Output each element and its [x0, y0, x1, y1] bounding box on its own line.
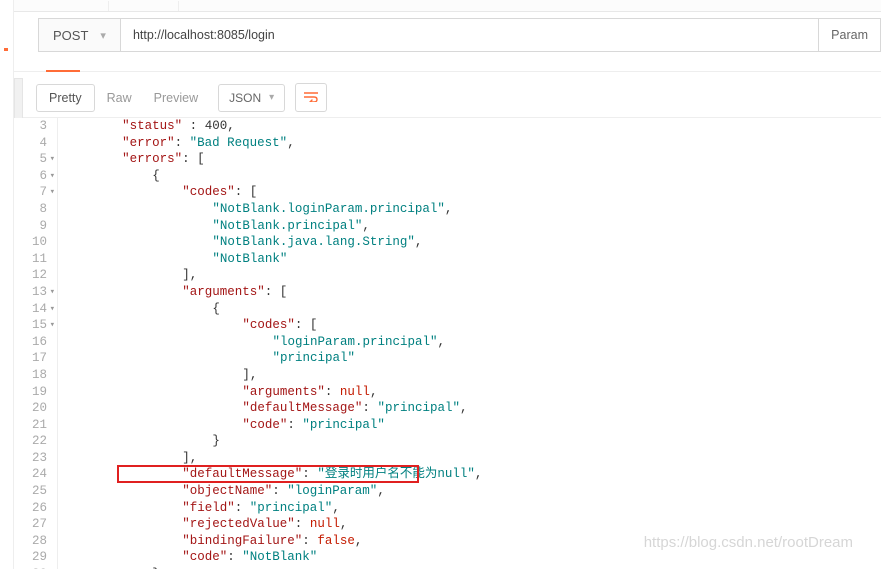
fold-toggle-icon[interactable]: ▾ — [50, 184, 55, 201]
code-line[interactable]: "codes": [ — [62, 317, 881, 334]
code-line[interactable]: "status" : 400, — [62, 118, 881, 135]
line-gutter: 345▾6▾7▾8910111213▾14▾15▾161718192021222… — [14, 118, 58, 569]
request-url-input[interactable]: http://localhost:8085/login — [120, 18, 819, 52]
line-number: 19 — [14, 384, 57, 401]
params-button[interactable]: Param — [819, 18, 881, 52]
tab-pretty-label: Pretty — [49, 91, 82, 105]
line-number: 28 — [14, 533, 57, 550]
tab-preview-label: Preview — [154, 91, 198, 105]
tab-ghost[interactable] — [109, 1, 179, 11]
code-line[interactable]: "code": "principal" — [62, 417, 881, 434]
code-line[interactable]: "loginParam.principal", — [62, 334, 881, 351]
code-line[interactable]: "errors": [ — [62, 151, 881, 168]
code-line[interactable]: "NotBlank.principal", — [62, 218, 881, 235]
line-number: 16 — [14, 334, 57, 351]
fold-toggle-icon[interactable]: ▾ — [50, 317, 55, 334]
left-rail — [0, 0, 14, 569]
active-tab-indicator — [46, 70, 80, 72]
line-number: 14▾ — [14, 301, 57, 318]
line-number: 3 — [14, 118, 57, 135]
format-dropdown[interactable]: JSON ▾ — [218, 84, 285, 112]
line-number: 10 — [14, 234, 57, 251]
code-line[interactable]: ], — [62, 450, 881, 467]
code-line[interactable]: "arguments": [ — [62, 284, 881, 301]
code-line[interactable]: "codes": [ — [62, 184, 881, 201]
code-line[interactable]: "arguments": null, — [62, 384, 881, 401]
code-line[interactable]: "objectName": "loginParam", — [62, 483, 881, 500]
response-body: 345▾6▾7▾8910111213▾14▾15▾161718192021222… — [14, 118, 881, 569]
tab-ghost[interactable] — [39, 1, 109, 11]
request-url-text: http://localhost:8085/login — [133, 28, 275, 42]
line-number: 29 — [14, 549, 57, 566]
request-row: POST ▾ http://localhost:8085/login Param — [14, 12, 881, 58]
line-number: 23 — [14, 450, 57, 467]
fold-toggle-icon[interactable]: ▾ — [50, 301, 55, 318]
line-number: 9 — [14, 218, 57, 235]
http-method-dropdown[interactable]: POST ▾ — [38, 18, 120, 52]
line-number: 22 — [14, 433, 57, 450]
code-line[interactable]: ], — [62, 367, 881, 384]
left-rail-accent — [4, 48, 8, 51]
format-dropdown-label: JSON — [229, 91, 261, 105]
fold-toggle-icon[interactable]: ▾ — [50, 151, 55, 168]
tab-raw-label: Raw — [107, 91, 132, 105]
line-number: 21 — [14, 417, 57, 434]
line-number: 15▾ — [14, 317, 57, 334]
code-line[interactable]: "defaultMessage": "登录时用户名不能为null", — [62, 466, 881, 483]
line-number: 12 — [14, 267, 57, 284]
code-line[interactable]: "defaultMessage": "principal", — [62, 400, 881, 417]
line-number: 18 — [14, 367, 57, 384]
request-subtabs — [14, 58, 881, 72]
code-line[interactable]: "NotBlank" — [62, 251, 881, 268]
tab-preview[interactable]: Preview — [144, 83, 208, 113]
line-number: 27 — [14, 516, 57, 533]
line-number: 8 — [14, 201, 57, 218]
code-line[interactable]: "error": "Bad Request", — [62, 135, 881, 152]
watermark: https://blog.csdn.net/rootDream — [644, 534, 853, 551]
wrap-icon — [304, 89, 318, 106]
line-number: 25 — [14, 483, 57, 500]
response-toolbar: Pretty Raw Preview JSON ▾ — [14, 78, 881, 118]
line-number: 20 — [14, 400, 57, 417]
line-number: 13▾ — [14, 284, 57, 301]
code-line[interactable]: "NotBlank.java.lang.String", — [62, 234, 881, 251]
line-number: 11 — [14, 251, 57, 268]
tab-raw[interactable]: Raw — [97, 83, 142, 113]
fold-toggle-icon[interactable]: ▾ — [50, 284, 55, 301]
line-number: 26 — [14, 500, 57, 517]
line-number: 6▾ — [14, 168, 57, 185]
code-line[interactable]: { — [62, 168, 881, 185]
fold-toggle-icon[interactable]: ▾ — [50, 168, 55, 185]
code-line[interactable]: "NotBlank.loginParam.principal", — [62, 201, 881, 218]
code-lines[interactable]: "status" : 400, "error": "Bad Request", … — [62, 118, 881, 569]
code-line[interactable]: } — [62, 433, 881, 450]
top-tabs-strip — [14, 0, 881, 12]
http-method-label: POST — [53, 28, 88, 43]
code-line[interactable]: { — [62, 301, 881, 318]
wrap-toggle-button[interactable] — [295, 83, 327, 112]
line-number: 7▾ — [14, 184, 57, 201]
code-line[interactable]: "rejectedValue": null, — [62, 516, 881, 533]
code-line[interactable]: "code": "NotBlank" — [62, 549, 881, 566]
tab-pretty[interactable]: Pretty — [36, 84, 95, 112]
line-number: 24 — [14, 466, 57, 483]
chevron-down-icon: ▾ — [100, 29, 106, 42]
chevron-down-icon: ▾ — [269, 92, 274, 103]
code-line[interactable]: ], — [62, 267, 881, 284]
line-number: 5▾ — [14, 151, 57, 168]
params-label: Param — [831, 28, 868, 42]
line-number: 4 — [14, 135, 57, 152]
code-line[interactable]: "principal" — [62, 350, 881, 367]
code-line[interactable]: "field": "principal", — [62, 500, 881, 517]
line-number: 17 — [14, 350, 57, 367]
